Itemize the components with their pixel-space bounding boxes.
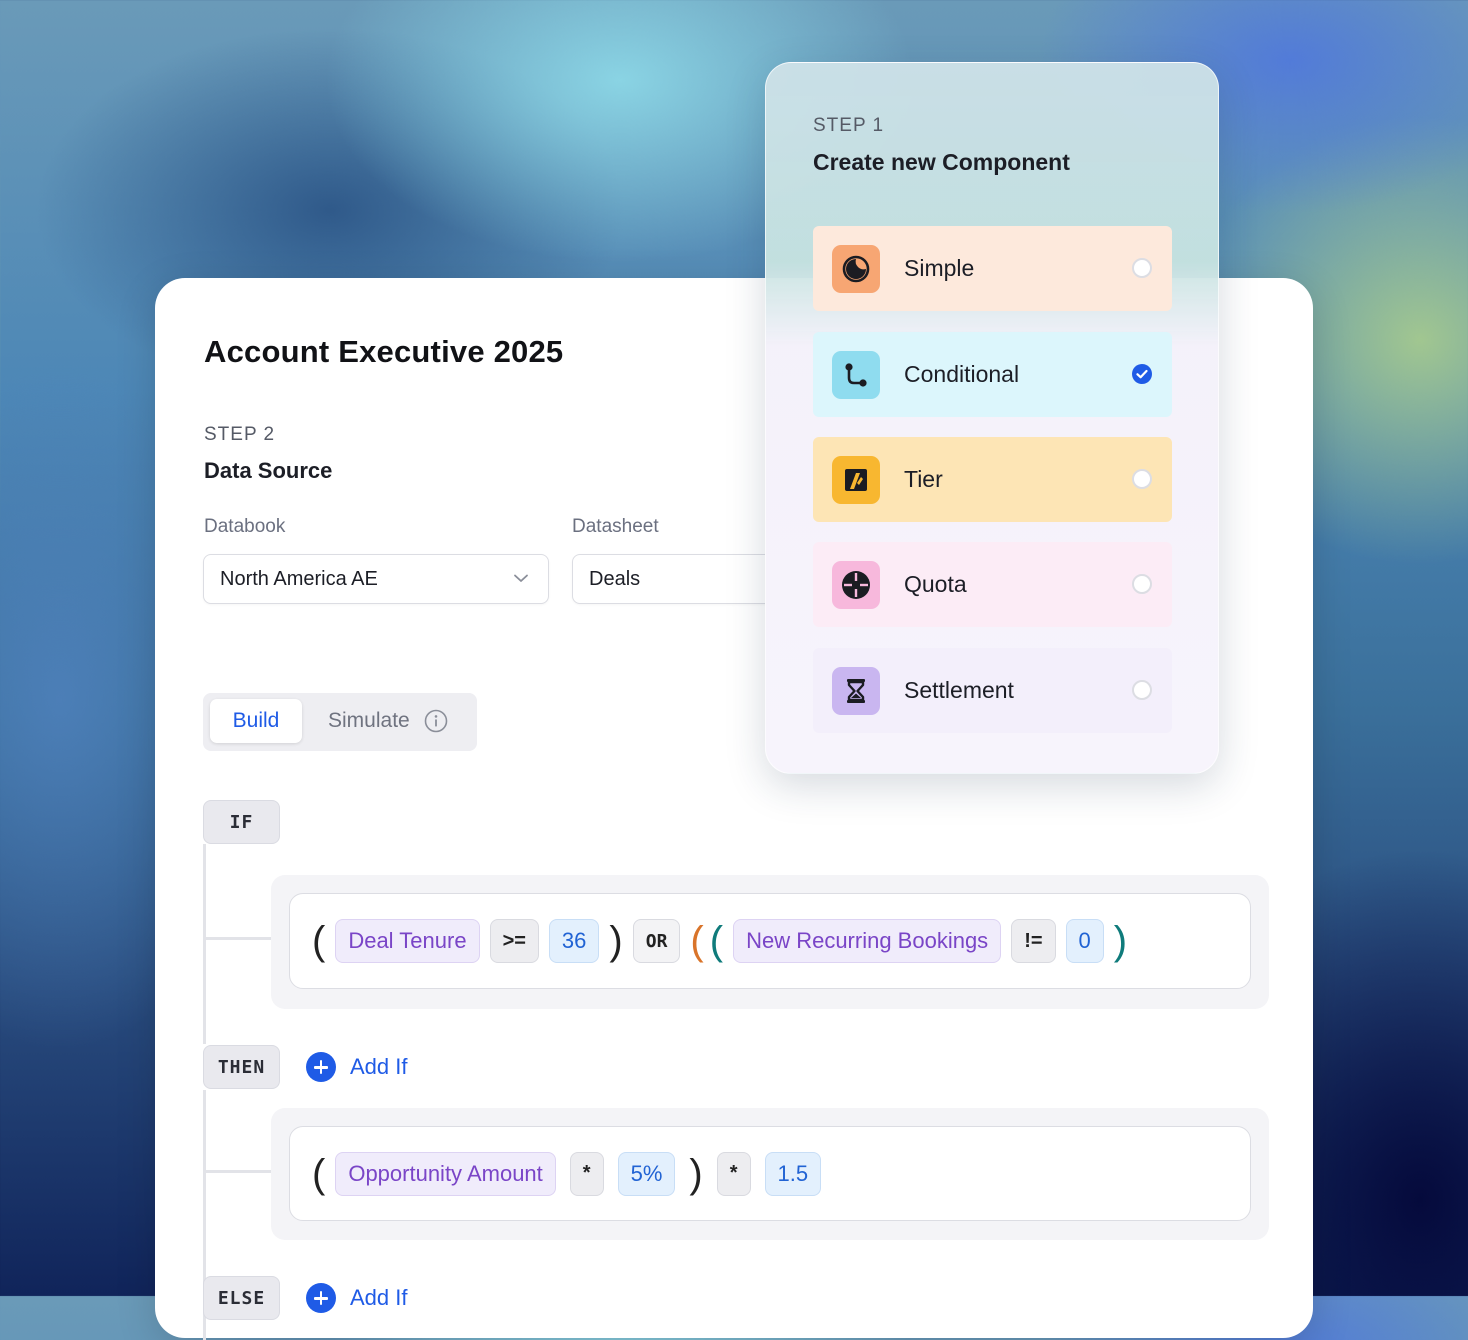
paren-open-teal: ( — [709, 919, 724, 963]
option-settlement[interactable]: Settlement — [813, 648, 1172, 733]
checkmark-icon[interactable] — [1132, 364, 1152, 384]
then-expression[interactable]: ( Opportunity Amount * 5% ) * 1.5 — [289, 1126, 1251, 1221]
if-expression[interactable]: ( Deal Tenure >= 36 ) OR ( ( New Recurri… — [289, 893, 1251, 989]
if-branch-line — [203, 937, 271, 940]
add-if-button[interactable]: Add If — [306, 1052, 407, 1082]
tier-icon — [832, 455, 880, 504]
datasheet-label: Datasheet — [572, 516, 659, 537]
plus-icon — [306, 1052, 336, 1082]
half-moon-icon — [832, 244, 880, 293]
option-label: Settlement — [904, 677, 1014, 703]
field-token-opportunity-amount[interactable]: Opportunity Amount — [335, 1151, 556, 1196]
component-type-panel: STEP 1 Create new Component Simple Condi… — [765, 62, 1219, 774]
else-keyword: ELSE — [203, 1276, 280, 1320]
branch-icon — [832, 350, 880, 399]
data-source-heading: Data Source — [204, 458, 333, 483]
chevron-down-icon — [514, 574, 528, 582]
then-branch-line — [203, 1170, 271, 1173]
step-1-label: STEP 1 — [813, 115, 885, 136]
field-token-deal-tenure[interactable]: Deal Tenure — [335, 919, 480, 963]
paren-open: ( — [312, 1151, 326, 1196]
number-token-36[interactable]: 36 — [548, 919, 600, 963]
tab-build[interactable]: Build — [210, 699, 302, 743]
step-2-label: STEP 2 — [204, 424, 276, 445]
option-conditional[interactable]: Conditional — [813, 332, 1172, 417]
option-label: Simple — [904, 255, 975, 281]
if-keyword: IF — [203, 800, 280, 844]
mode-toggle: Build Simulate — [203, 693, 477, 751]
radio-unchecked[interactable] — [1132, 469, 1152, 489]
operator-token-gte[interactable]: >= — [489, 919, 539, 963]
radio-unchecked[interactable] — [1132, 258, 1152, 278]
tab-simulate-label: Simulate — [328, 709, 410, 732]
radio-unchecked[interactable] — [1132, 680, 1152, 700]
if-connector — [203, 844, 206, 1044]
option-tier[interactable]: Tier — [813, 437, 1172, 522]
option-quota[interactable]: Quota — [813, 542, 1172, 627]
field-token-new-recurring-bookings[interactable]: New Recurring Bookings — [733, 919, 1002, 963]
paren-open-orange: ( — [690, 919, 704, 963]
databook-select[interactable]: North America AE — [203, 554, 549, 604]
add-if-label: Add If — [350, 1054, 408, 1079]
hourglass-icon — [832, 666, 880, 715]
plus-icon — [306, 1283, 336, 1313]
target-icon — [832, 560, 880, 609]
operator-token-multiply-2[interactable]: * — [716, 1151, 751, 1196]
add-if-button-2[interactable]: Add If — [306, 1283, 407, 1313]
then-formula-block: ( Opportunity Amount * 5% ) * 1.5 — [271, 1108, 1269, 1240]
add-if-label-2: Add If — [350, 1285, 408, 1310]
number-token-5-percent[interactable]: 5% — [617, 1151, 676, 1196]
if-condition-block: ( Deal Tenure >= 36 ) OR ( ( New Recurri… — [271, 875, 1269, 1009]
datasheet-value: Deals — [589, 567, 641, 590]
option-simple[interactable]: Simple — [813, 226, 1172, 311]
paren-close: ) — [689, 1151, 703, 1196]
page-title: Account Executive 2025 — [204, 334, 564, 369]
radio-unchecked[interactable] — [1132, 574, 1152, 594]
option-label: Tier — [904, 466, 943, 492]
operator-token-neq[interactable]: != — [1011, 919, 1056, 963]
number-token-0[interactable]: 0 — [1065, 919, 1104, 963]
number-token-1-5[interactable]: 1.5 — [764, 1151, 822, 1196]
create-component-heading: Create new Component — [813, 149, 1070, 175]
info-icon[interactable] — [424, 709, 448, 733]
paren-open: ( — [312, 919, 326, 963]
paren-close: ) — [609, 919, 623, 963]
paren-close-teal: ) — [1113, 919, 1128, 963]
then-keyword: THEN — [203, 1045, 280, 1089]
option-label: Conditional — [904, 361, 1020, 387]
tab-simulate[interactable]: Simulate — [328, 699, 448, 743]
databook-value: North America AE — [220, 567, 378, 590]
option-label: Quota — [904, 571, 967, 597]
or-token[interactable]: OR — [632, 919, 681, 963]
operator-token-multiply[interactable]: * — [569, 1151, 604, 1196]
databook-label: Databook — [204, 516, 286, 537]
